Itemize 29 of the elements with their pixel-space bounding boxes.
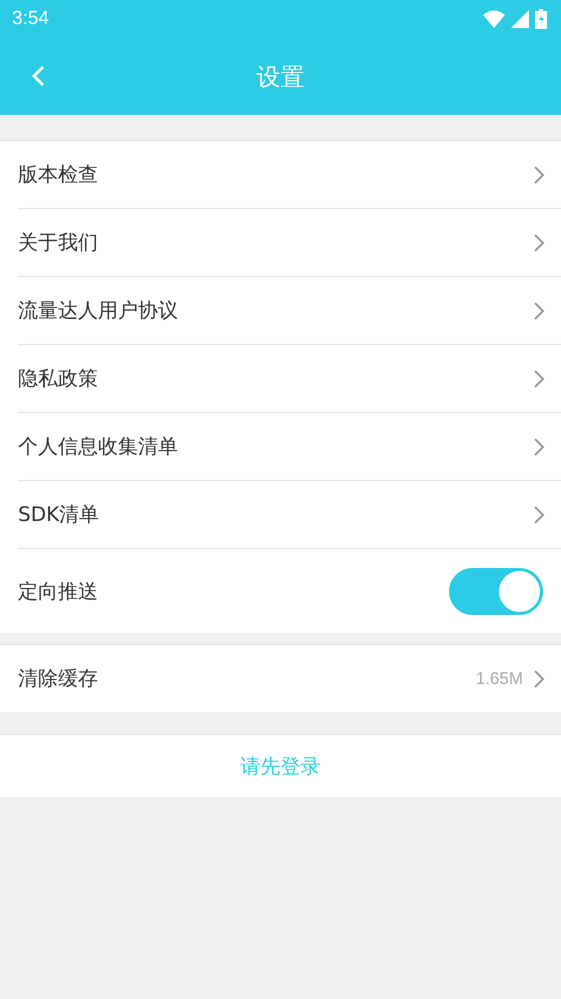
- chevron-right-icon: [533, 368, 545, 388]
- settings-row[interactable]: 关于我们: [18, 209, 561, 277]
- settings-row[interactable]: 清除缓存 1.65M: [18, 645, 561, 712]
- row-label: 版本检查: [18, 161, 99, 188]
- chevron-right-icon: [533, 668, 545, 688]
- row-label: 关于我们: [18, 229, 99, 256]
- signal-icon: [511, 10, 529, 28]
- row-label: 流量达人用户协议: [18, 297, 179, 324]
- settings-row[interactable]: 流量达人用户协议: [18, 277, 561, 345]
- page-title: 设置: [256, 62, 304, 92]
- chevron-right-icon: [533, 436, 545, 456]
- row-label: 定向推送: [18, 578, 99, 604]
- settings-row[interactable]: 版本检查: [18, 141, 561, 209]
- chevron-right-icon: [533, 504, 545, 524]
- settings-row[interactable]: 隐私政策: [18, 345, 561, 413]
- toggle-switch[interactable]: [449, 568, 543, 614]
- row-label: 隐私政策: [18, 365, 99, 392]
- status-time: 3:54: [12, 8, 49, 30]
- settings-row[interactable]: SDK清单: [18, 481, 561, 549]
- row-label: 个人信息收集清单: [18, 433, 179, 460]
- row-label: SDK清单: [18, 501, 100, 528]
- settings-row[interactable]: 个人信息收集清单: [18, 413, 561, 481]
- chevron-right-icon: [533, 164, 545, 184]
- chevron-right-icon: [533, 232, 545, 252]
- row-label: 清除缓存: [18, 665, 99, 692]
- chevron-right-icon: [533, 300, 545, 320]
- battery-icon: [535, 9, 547, 29]
- wifi-icon: [483, 10, 505, 28]
- cache-size: 1.65M: [476, 668, 523, 688]
